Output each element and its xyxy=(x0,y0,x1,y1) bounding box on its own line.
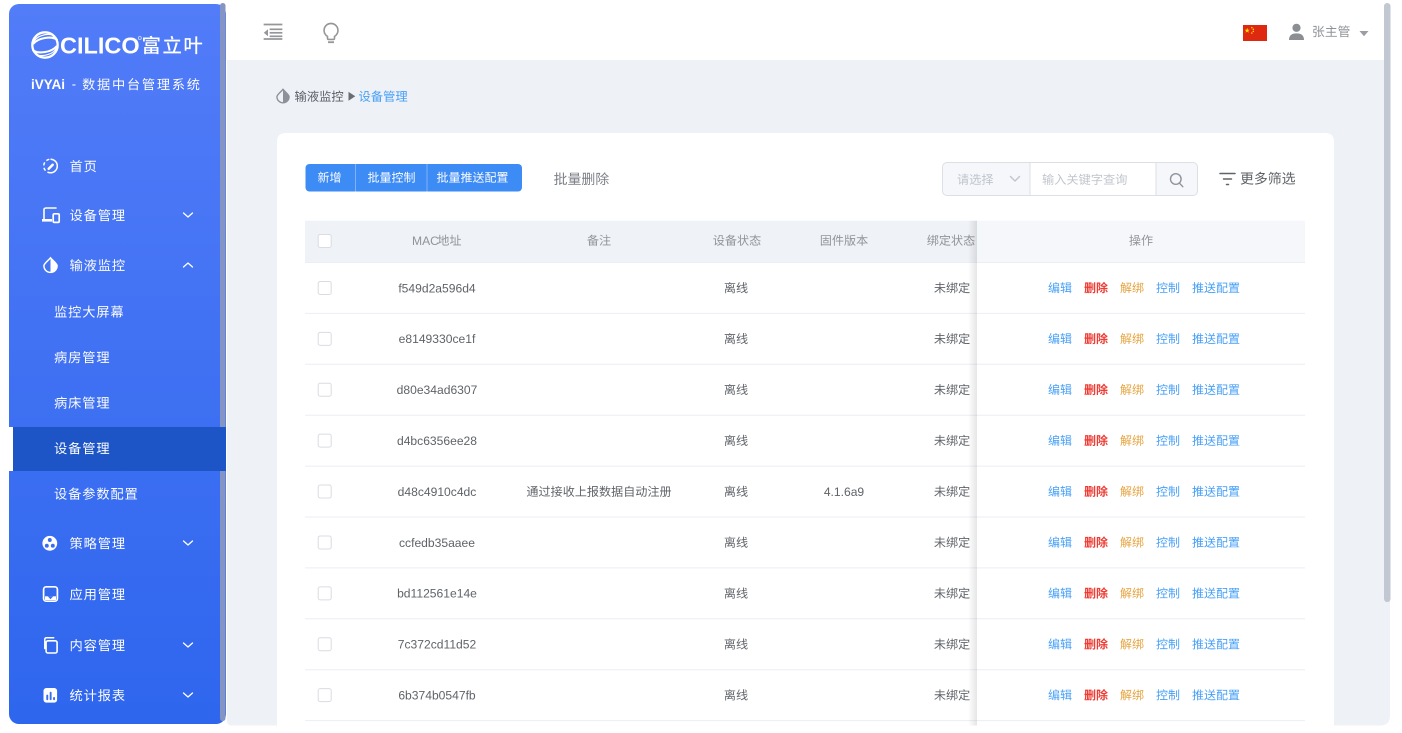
svg-text:d48c4910c4dc: d48c4910c4dc xyxy=(398,485,477,499)
svg-text:-: - xyxy=(72,77,76,92)
svg-text:CILICO: CILICO xyxy=(60,32,140,58)
svg-text:d4bc6356ee28: d4bc6356ee28 xyxy=(397,434,477,448)
svg-text:iVYAi: iVYAi xyxy=(31,77,65,92)
svg-text:e8149330ce1f: e8149330ce1f xyxy=(399,332,476,346)
svg-text:ccfedb35aaee: ccfedb35aaee xyxy=(399,536,475,550)
svg-text:bd112561e14e: bd112561e14e xyxy=(397,587,477,601)
svg-text:4.1.6a9: 4.1.6a9 xyxy=(824,485,865,499)
svg-text:f549d2a596d4: f549d2a596d4 xyxy=(398,281,476,295)
svg-text:7c372cd11d52: 7c372cd11d52 xyxy=(398,638,477,652)
svg-text:6b374b0547fb: 6b374b0547fb xyxy=(398,689,476,703)
svg-text:d80e34ad6307: d80e34ad6307 xyxy=(397,383,478,397)
svg-text:MAC: MAC xyxy=(412,234,439,248)
